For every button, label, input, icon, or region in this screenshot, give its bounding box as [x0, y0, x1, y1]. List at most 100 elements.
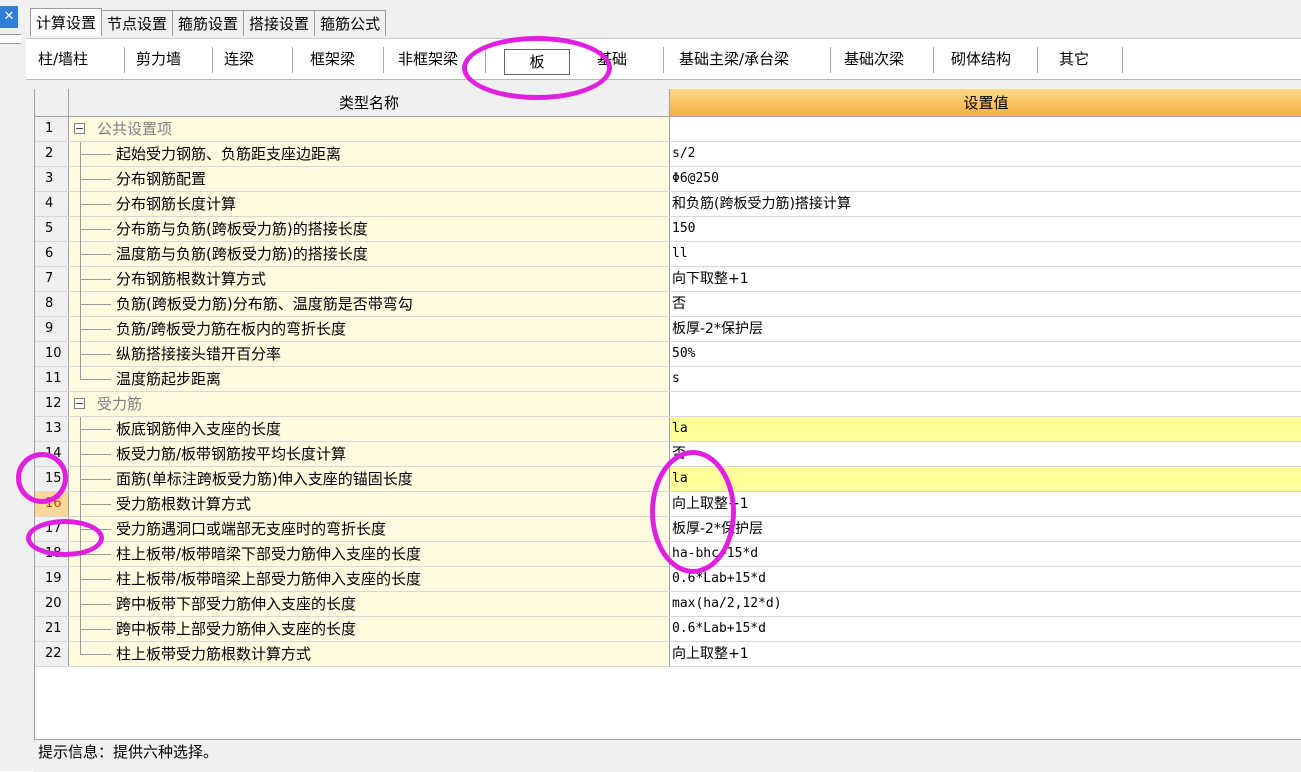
setting-value-cell[interactable]: 0.6*Lab+15*d [670, 567, 1301, 591]
setting-value-cell[interactable]: 否 [670, 442, 1301, 466]
table-row[interactable]: 9 负筋/跨板受力筋在板内的弯折长度 板厚-2*保护层 [35, 317, 1301, 342]
component-tab-6[interactable]: 板 [504, 49, 570, 75]
row-number: 16 [35, 492, 69, 516]
table-row[interactable]: 3 分布钢筋配置 Φ6@250 [35, 167, 1301, 192]
setting-value-cell[interactable]: ha-bhc+15*d [670, 542, 1301, 566]
table-row[interactable]: 13 板底钢筋伸入支座的长度 la [35, 417, 1301, 442]
table-row[interactable]: 7 分布钢筋根数计算方式 向下取整+1 [35, 267, 1301, 292]
row-number: 18 [35, 542, 69, 566]
setting-value-cell[interactable]: 板厚-2*保护层 [670, 517, 1301, 541]
setting-value-cell[interactable] [670, 117, 1301, 141]
type-name-label: 起始受力钢筋、负筋距支座边距离 [116, 145, 342, 163]
setting-value-cell[interactable]: la [670, 467, 1301, 491]
top-tab-4[interactable]: 搭接设置 [244, 10, 316, 36]
table-row[interactable]: 2 起始受力钢筋、负筋距支座边距离 s/2 [35, 142, 1301, 167]
type-name-cell: 板受力筋/板带钢筋按平均长度计算 [69, 442, 670, 467]
table-row[interactable]: 18 柱上板带/板带暗梁下部受力筋伸入支座的长度 ha-bhc+15*d [35, 542, 1301, 567]
row-number: 7 [35, 267, 69, 291]
table-row[interactable]: 19 柱上板带/板带暗梁上部受力筋伸入支座的长度 0.6*Lab+15*d [35, 567, 1301, 592]
row-number: 4 [35, 192, 69, 216]
setting-value-cell[interactable]: 50% [670, 342, 1301, 366]
top-tab-bar: 计算设置 节点设置 箍筋设置 搭接设置 箍筋公式 [30, 8, 387, 36]
collapse-icon[interactable]: − [74, 398, 85, 409]
setting-value-cell[interactable]: 向下取整+1 [670, 267, 1301, 291]
component-tab-1[interactable]: 柱/墙柱 [38, 47, 88, 71]
tree-branch-icon [81, 554, 111, 555]
table-row[interactable]: 11 温度筋起步距离 s [35, 367, 1301, 392]
type-name-cell: 柱上板带/板带暗梁下部受力筋伸入支座的长度 [69, 542, 670, 567]
table-row[interactable]: 22 柱上板带受力筋根数计算方式 向上取整+1 [35, 642, 1301, 667]
setting-value-cell[interactable]: ll [670, 242, 1301, 266]
row-number: 22 [35, 642, 69, 666]
type-name-label: 温度筋起步距离 [116, 370, 222, 388]
settings-grid: 类型名称 设置值 1− 公共设置项 2 起始受力钢筋、负筋距支座边距离 s/2 3 分布钢筋… [34, 89, 1301, 739]
type-name-label: 面筋(单标注跨板受力筋)伸入支座的锚固长度 [116, 470, 413, 488]
component-tab-5[interactable]: 非框架梁 [398, 47, 458, 71]
collapse-icon[interactable]: − [74, 123, 85, 134]
component-tab-4[interactable]: 框架梁 [310, 47, 355, 71]
setting-value-cell[interactable]: la [670, 417, 1301, 441]
tab-separator [830, 47, 831, 73]
setting-value-cell[interactable]: s/2 [670, 142, 1301, 166]
setting-value-cell[interactable]: max(ha/2,12*d) [670, 592, 1301, 616]
tab-separator [124, 47, 125, 73]
table-row[interactable]: 20 跨中板带下部受力筋伸入支座的长度 max(ha/2,12*d) [35, 592, 1301, 617]
type-name-label: 纵筋搭接接头错开百分率 [116, 345, 282, 363]
table-row[interactable]: 21 跨中板带上部受力筋伸入支座的长度 0.6*Lab+15*d [35, 617, 1301, 642]
tree-branch-icon [81, 254, 111, 255]
table-row[interactable]: 6 温度筋与负筋(跨板受力筋)的搭接长度 ll [35, 242, 1301, 267]
component-tab-2[interactable]: 剪力墙 [136, 47, 181, 71]
setting-value-cell[interactable]: 向上取整+1 [670, 492, 1301, 516]
row-number: 20 [35, 592, 69, 616]
table-row[interactable]: 8 负筋(跨板受力筋)分布筋、温度筋是否带弯勾 否 [35, 292, 1301, 317]
table-row[interactable]: 4 分布钢筋长度计算 和负筋(跨板受力筋)搭接计算 [35, 192, 1301, 217]
tree-branch-icon [81, 354, 111, 355]
tree-branch-icon [81, 304, 111, 305]
tab-separator [485, 47, 486, 73]
type-name-label: 柱上板带/板带暗梁下部受力筋伸入支座的长度 [116, 545, 422, 563]
setting-value-cell[interactable]: 向上取整+1 [670, 642, 1301, 666]
setting-value-cell[interactable]: s [670, 367, 1301, 391]
top-tab-1[interactable]: 计算设置 [30, 8, 103, 36]
top-tab-3[interactable]: 箍筋设置 [173, 10, 245, 36]
type-name-label: 分布筋与负筋(跨板受力筋)的搭接长度 [116, 220, 368, 238]
table-row[interactable]: 14 板受力筋/板带钢筋按平均长度计算 否 [35, 442, 1301, 467]
tree-branch-icon [81, 579, 111, 580]
setting-value-cell[interactable] [670, 392, 1301, 416]
row-number: 2 [35, 142, 69, 166]
component-tab-3[interactable]: 连梁 [224, 47, 254, 71]
type-name-cell: 起始受力钢筋、负筋距支座边距离 [69, 142, 670, 167]
header-type-name: 类型名称 [69, 89, 670, 117]
close-icon[interactable]: ✕ [0, 6, 18, 28]
tree-branch-icon [81, 379, 111, 380]
component-tab-11[interactable]: 其它 [1059, 47, 1089, 71]
component-tab-8[interactable]: 基础主梁/承台梁 [679, 47, 789, 71]
table-row[interactable]: 1− 公共设置项 [35, 117, 1301, 142]
row-number: 9 [35, 317, 69, 341]
top-tab-2[interactable]: 节点设置 [102, 10, 174, 36]
top-tab-5[interactable]: 箍筋公式 [315, 10, 387, 36]
setting-value-cell[interactable]: 和负筋(跨板受力筋)搭接计算 [670, 192, 1301, 216]
setting-value-cell[interactable]: 150 [670, 217, 1301, 241]
setting-value-cell[interactable]: 板厚-2*保护层 [670, 317, 1301, 341]
component-tab-9[interactable]: 基础次梁 [844, 47, 904, 71]
table-row[interactable]: 16 受力筋根数计算方式 向上取整+1 [35, 492, 1301, 517]
tree-branch-icon [81, 204, 111, 205]
tab-separator [1122, 47, 1123, 73]
setting-value-cell[interactable]: Φ6@250 [670, 167, 1301, 191]
table-row[interactable]: 10 纵筋搭接接头错开百分率 50% [35, 342, 1301, 367]
type-name-cell: − 公共设置项 [69, 117, 670, 141]
component-tab-10[interactable]: 砌体结构 [951, 47, 1011, 71]
table-row[interactable]: 12− 受力筋 [35, 392, 1301, 417]
tab-separator [933, 47, 934, 73]
table-row[interactable]: 17 受力筋遇洞口或端部无支座时的弯折长度 板厚-2*保护层 [35, 517, 1301, 542]
row-number: 6 [35, 242, 69, 266]
table-row[interactable]: 5 分布筋与负筋(跨板受力筋)的搭接长度 150 [35, 217, 1301, 242]
table-row[interactable]: 15 面筋(单标注跨板受力筋)伸入支座的锚固长度 la [35, 467, 1301, 492]
component-tab-7[interactable]: 基础 [597, 47, 627, 71]
setting-value-cell[interactable]: 0.6*Lab+15*d [670, 617, 1301, 641]
tree-branch-icon [81, 229, 111, 230]
type-name-cell: 温度筋起步距离 [69, 367, 670, 391]
type-name-cell: 受力筋遇洞口或端部无支座时的弯折长度 [69, 517, 670, 542]
setting-value-cell[interactable]: 否 [670, 292, 1301, 316]
